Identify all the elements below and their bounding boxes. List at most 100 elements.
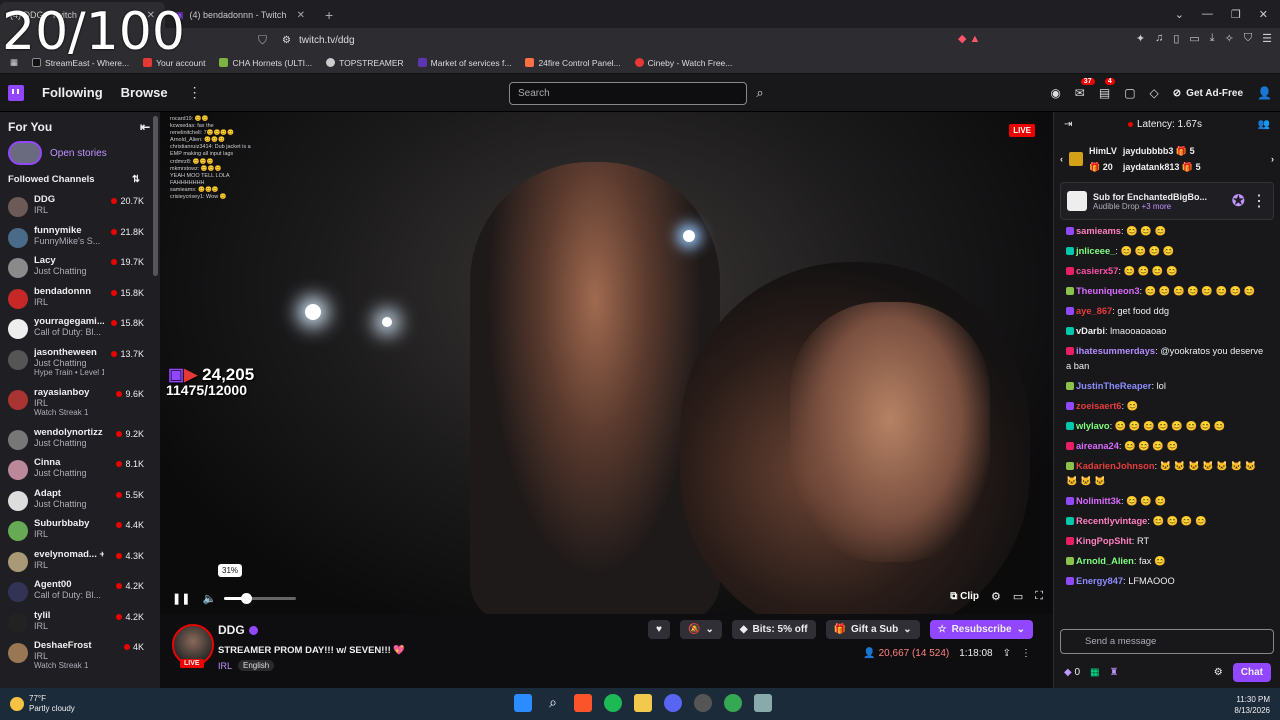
gifter-entry[interactable]: jaydatank813 🎁 5: [1123, 159, 1201, 175]
bookmark-item[interactable]: 24fire Control Panel...: [525, 58, 621, 68]
search-icon[interactable]: ⌕: [544, 694, 562, 712]
drops-icon[interactable]: ◉: [1050, 86, 1060, 100]
pause-icon[interactable]: ❚❚: [172, 592, 190, 605]
inbox-icon[interactable]: ▤ 4: [1099, 78, 1115, 100]
sidebar-channel[interactable]: bendadonnn IRL 15.8K: [0, 284, 160, 315]
close-window-icon[interactable]: ✕: [1259, 8, 1268, 21]
chat-settings-icon[interactable]: ⚙: [1214, 667, 1223, 678]
gifter-entry[interactable]: jaydubbbb3 🎁 5: [1123, 143, 1201, 159]
fullscreen-icon[interactable]: ⛶: [1035, 590, 1043, 603]
channel-points[interactable]: ◆ 0: [1064, 667, 1080, 678]
more-options-icon[interactable]: ⋮: [1251, 191, 1267, 211]
bits-button[interactable]: ◆ Bits: 5% off: [731, 620, 816, 639]
sidebar-channel[interactable]: DDG IRL 20.7K: [0, 192, 160, 223]
clip-button[interactable]: ⧉ Clip: [950, 591, 979, 602]
settings-icon[interactable]: [754, 694, 772, 712]
chat-username[interactable]: JustinTheReaper: [1076, 381, 1151, 391]
sidebar-scrollbar[interactable]: [153, 116, 158, 276]
sidebar-channel[interactable]: wendolynortizz Just Chatting 9.2K: [0, 425, 160, 456]
brave-icon[interactable]: [574, 694, 592, 712]
collapse-icon[interactable]: ⇤: [140, 120, 150, 138]
wallet-icon[interactable]: ▭: [1189, 32, 1199, 45]
drop-banner[interactable]: Sub for EnchantedBigBo... Audible Drop +3…: [1060, 182, 1274, 220]
volume-slider[interactable]: [224, 592, 297, 604]
sort-icon[interactable]: ⇅: [132, 174, 140, 192]
close-icon[interactable]: ✕: [297, 10, 305, 21]
drop-more-link[interactable]: +3 more: [1141, 202, 1171, 211]
new-tab-button[interactable]: +: [315, 2, 343, 28]
browser-tab-bendadonnn[interactable]: ▣ (4) bendadonnn - Twitch ✕: [165, 2, 315, 28]
ai-icon[interactable]: ✧: [1225, 32, 1234, 45]
extension-icon[interactable]: ✦: [1136, 32, 1145, 45]
resubscribe-button[interactable]: ☆ Resubscribe ⌄: [929, 620, 1033, 639]
theatre-mode-icon[interactable]: ▭: [1013, 590, 1023, 603]
sidebar-channel[interactable]: Cinna Just Chatting 8.1K: [0, 455, 160, 486]
chevron-right-icon[interactable]: ›: [1271, 154, 1274, 164]
system-clock[interactable]: 11:30 PM 8/13/2026: [1234, 694, 1270, 716]
language-tag[interactable]: English: [238, 660, 275, 671]
nav-browse[interactable]: Browse: [121, 85, 168, 100]
settings-icon[interactable]: ⚙: [991, 590, 1001, 603]
stream-category[interactable]: IRL: [218, 661, 232, 671]
site-info-icon[interactable]: ⚙: [282, 35, 291, 46]
chat-username[interactable]: jnliceee_: [1076, 246, 1115, 256]
follow-button[interactable]: ♥: [648, 620, 670, 639]
nav-following[interactable]: Following: [42, 85, 103, 100]
discord-icon[interactable]: [664, 694, 682, 712]
chat-username[interactable]: ihatesummerdays: [1076, 346, 1155, 356]
chat-username[interactable]: wlylavo: [1076, 421, 1110, 431]
vpn-icon[interactable]: ⛉: [1244, 32, 1252, 45]
chat-username[interactable]: samieams: [1076, 226, 1121, 236]
chrome-icon[interactable]: [724, 694, 742, 712]
search-input[interactable]: Search: [509, 82, 747, 105]
search-icon[interactable]: ⌕: [749, 82, 771, 105]
notifications-button[interactable]: 🔕 ⌄: [679, 620, 722, 639]
bookmark-item[interactable]: TOPSTREAMER: [326, 58, 404, 68]
user-avatar-icon[interactable]: 👤: [1257, 86, 1272, 100]
share-icon[interactable]: ⇪: [1003, 648, 1011, 659]
bookmark-item[interactable]: Market of services f...: [417, 58, 511, 68]
more-options-icon[interactable]: ⋮: [1021, 648, 1031, 659]
more-menu-icon[interactable]: ⋮: [188, 84, 202, 101]
sidebar-channel[interactable]: evelynomad... +1 IRL 4.3K: [0, 547, 160, 578]
windows-start-icon[interactable]: [514, 694, 532, 712]
app-icon[interactable]: [694, 694, 712, 712]
predictions-icon[interactable]: ♜: [1110, 667, 1119, 678]
sidebar-channel[interactable]: funnymike FunnyMike's S... 21.8K: [0, 223, 160, 254]
music-icon[interactable]: ♫: [1155, 32, 1163, 45]
chat-username[interactable]: vDarbi: [1076, 326, 1105, 336]
chat-username[interactable]: Arnold_Alien: [1076, 556, 1134, 566]
chevron-left-icon[interactable]: ‹: [1060, 154, 1063, 164]
chat-username[interactable]: aye_867: [1076, 306, 1112, 316]
sidebar-channel[interactable]: Suburbbaby IRL 4.4K: [0, 516, 160, 547]
brave-shield-icon[interactable]: ◆ ▲: [958, 32, 980, 45]
chat-username[interactable]: zoeisaert6: [1076, 401, 1121, 411]
url-field[interactable]: ⚙ twitch.tv/ddg: [282, 31, 952, 49]
get-ad-free-button[interactable]: ⊘ Get Ad-Free: [1173, 88, 1243, 99]
notifications-icon[interactable]: ✉ 37: [1075, 78, 1095, 100]
whispers-icon[interactable]: ▢: [1124, 86, 1135, 100]
sidebar-channel[interactable]: DeshaeFrost IRL Watch Streak 1 4K: [0, 638, 160, 678]
bookmark-icon[interactable]: ⛉: [258, 33, 267, 48]
weather-widget[interactable]: 77°F Partly cloudy: [0, 694, 75, 714]
collapse-chat-icon[interactable]: ⇥: [1064, 119, 1072, 130]
chat-username[interactable]: Energy847: [1076, 576, 1123, 586]
maximize-icon[interactable]: ❐: [1231, 8, 1241, 21]
streamer-name[interactable]: DDG: [218, 623, 258, 637]
sidebar-channel[interactable]: Adapt Just Chatting 5.5K: [0, 486, 160, 517]
sidebar-channel[interactable]: Lacy Just Chatting 19.7K: [0, 253, 160, 284]
sidebar-channel[interactable]: jasontheween Just Chatting Hype Train • Le…: [0, 345, 160, 385]
twitch-logo-icon[interactable]: [8, 84, 24, 101]
bookmark-item[interactable]: CHA Hornets (ULTI...: [219, 58, 312, 68]
chat-username[interactable]: KadarienJohnson: [1076, 461, 1155, 471]
volume-icon[interactable]: 🔈: [202, 592, 216, 605]
chat-username[interactable]: casierx57: [1076, 266, 1118, 276]
open-stories[interactable]: Open stories: [0, 138, 160, 168]
volume-knob[interactable]: [241, 592, 253, 604]
sidebar-channel[interactable]: tylil IRL 4.2K: [0, 608, 160, 639]
gift-sub-button[interactable]: 🎁 Gift a Sub ⌄: [825, 620, 920, 639]
community-icon[interactable]: 👥: [1258, 119, 1270, 130]
top-gifter[interactable]: HimLV 🎁 20: [1089, 143, 1117, 175]
chevron-down-icon[interactable]: ⌄: [1175, 8, 1184, 21]
spotify-icon[interactable]: [604, 694, 622, 712]
